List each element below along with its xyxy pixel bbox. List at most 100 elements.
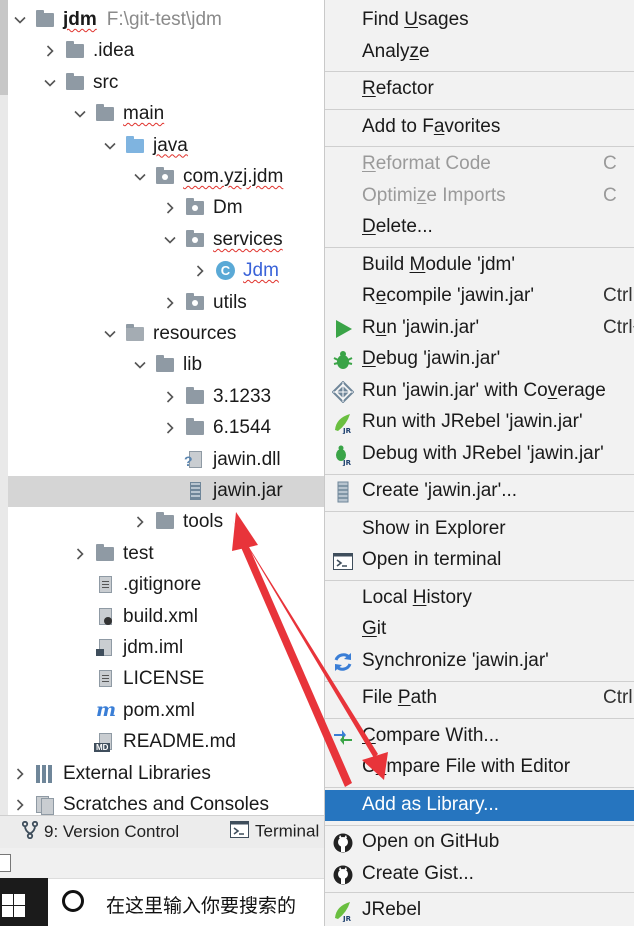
menu-item-find-usages[interactable]: Find Usages bbox=[325, 5, 634, 36]
menu-separator bbox=[325, 146, 634, 147]
menu-item-optimize-imports[interactable]: Optimize Imports C bbox=[325, 181, 634, 212]
tree-row[interactable]: jdm F:\git-test\jdm bbox=[8, 5, 324, 36]
menu-item-git[interactable]: Git bbox=[325, 614, 634, 645]
menu-item-debug-with-jrebel-jawin-jar[interactable]: JR Debug with JRebel 'jawin.jar' bbox=[325, 439, 634, 470]
chevron-down-icon[interactable] bbox=[42, 70, 58, 96]
menu-separator bbox=[325, 825, 634, 826]
tree-row[interactable]: tools bbox=[8, 507, 324, 538]
menu-item-compare-with[interactable]: Compare With... bbox=[325, 721, 634, 752]
tree-row[interactable]: LICENSE bbox=[8, 664, 324, 695]
chevron-down-icon[interactable] bbox=[162, 227, 178, 253]
tree-row[interactable]: .gitignore bbox=[8, 570, 324, 601]
compare-icon bbox=[332, 726, 354, 748]
tree-row[interactable]: Scratches and Consoles bbox=[8, 790, 324, 815]
tree-row[interactable]: Dm bbox=[8, 193, 324, 224]
tree-row[interactable]: resources bbox=[8, 319, 324, 350]
chevron-right-icon[interactable] bbox=[162, 195, 178, 221]
menu-item-synchronize-jawin-jar[interactable]: Synchronize 'jawin.jar' bbox=[325, 646, 634, 677]
tree-scrollbar-thumb[interactable] bbox=[0, 0, 8, 95]
tree-item-label: java bbox=[153, 135, 188, 157]
maven-icon: m bbox=[96, 698, 117, 721]
tree-row[interactable]: utils bbox=[8, 288, 324, 319]
chevron-right-icon[interactable] bbox=[192, 258, 208, 284]
menu-item-run-jawin-jar[interactable]: Run 'jawin.jar' Ctrl+ bbox=[325, 313, 634, 344]
unknown-file-icon: ? bbox=[184, 450, 206, 469]
menu-item-add-as-library[interactable]: Add as Library... bbox=[325, 790, 634, 821]
menu-item-open-on-github[interactable]: Open on GitHub bbox=[325, 827, 634, 858]
chevron-down-icon[interactable] bbox=[102, 133, 118, 159]
chevron-down-icon[interactable] bbox=[132, 352, 148, 378]
tree-row[interactable]: jawin.jar bbox=[8, 476, 324, 507]
tree-row[interactable]: C Jdm bbox=[8, 256, 324, 287]
windows-start-button[interactable] bbox=[0, 878, 48, 926]
menu-item-local-history[interactable]: Local History bbox=[325, 583, 634, 614]
tree-item-label: pom.xml bbox=[123, 700, 195, 722]
chevron-right-icon[interactable] bbox=[72, 541, 88, 567]
package-icon bbox=[186, 198, 206, 217]
menu-item-label: Local History bbox=[362, 587, 472, 608]
tree-row[interactable]: ? jawin.dll bbox=[8, 445, 324, 476]
tree-row[interactable]: .idea bbox=[8, 36, 324, 67]
menu-item-analyze[interactable]: Analyze bbox=[325, 37, 634, 68]
chevron-right-icon[interactable] bbox=[12, 792, 28, 815]
tree-row[interactable]: services bbox=[8, 225, 324, 256]
version-control-tool-button[interactable]: 9: Version Control bbox=[21, 820, 179, 844]
menu-item-run-with-jrebel-jawin-jar[interactable]: JR Run with JRebel 'jawin.jar' bbox=[325, 407, 634, 438]
menu-item-refactor[interactable]: Refactor bbox=[325, 74, 634, 105]
taskbar-search-box[interactable]: 在这里输入你要搜索的 bbox=[48, 878, 324, 926]
tree-item-label: Scratches and Consoles bbox=[63, 794, 269, 815]
tree-row[interactable]: java bbox=[8, 131, 324, 162]
menu-item-file-path[interactable]: File Path Ctrl bbox=[325, 683, 634, 714]
tree-row[interactable]: build.xml bbox=[8, 602, 324, 633]
menu-item-run-jawin-jar-with-coverage[interactable]: Run 'jawin.jar' with Coverage bbox=[325, 376, 634, 407]
chevron-right-icon[interactable] bbox=[42, 38, 58, 64]
menu-item-jrebel[interactable]: JR JRebel bbox=[325, 895, 634, 926]
menu-item-delete[interactable]: Delete... bbox=[325, 212, 634, 243]
mnemonic: P bbox=[397, 687, 411, 708]
chevron-down-icon[interactable] bbox=[102, 321, 118, 347]
tree-row[interactable]: 3.1233 bbox=[8, 382, 324, 413]
menu-item-create-jawin-jar[interactable]: Create 'jawin.jar'... bbox=[325, 476, 634, 507]
mnemonic: M bbox=[409, 254, 426, 275]
chevron-right-icon[interactable] bbox=[162, 290, 178, 316]
terminal-tool-button[interactable]: Terminal bbox=[230, 821, 319, 843]
panel-toggle-icon[interactable] bbox=[0, 854, 11, 872]
tree-item-label: resources bbox=[153, 323, 236, 345]
chevron-down-icon[interactable] bbox=[132, 164, 148, 190]
menu-item-label: Open on GitHub bbox=[362, 831, 500, 852]
chevron-right-icon[interactable] bbox=[132, 509, 148, 535]
menu-item-add-to-favorites[interactable]: Add to Favorites bbox=[325, 112, 634, 143]
tree-item-label: .idea bbox=[93, 40, 134, 62]
menu-item-open-in-terminal[interactable]: Open in terminal bbox=[325, 545, 634, 576]
chevron-right-icon[interactable] bbox=[162, 384, 178, 410]
chevron-down-icon[interactable] bbox=[12, 7, 28, 33]
tree-row[interactable]: m pom.xml bbox=[8, 696, 324, 727]
tree-row[interactable]: jdm.iml bbox=[8, 633, 324, 664]
menu-item-shortcut: Ctrl bbox=[603, 285, 633, 306]
menu-item-show-in-explorer[interactable]: Show in Explorer bbox=[325, 514, 634, 545]
chevron-down-icon[interactable] bbox=[72, 101, 88, 127]
chevron-right-icon[interactable] bbox=[162, 415, 178, 441]
menu-item-recompile-jawin-jar[interactable]: Recompile 'jawin.jar' Ctrl bbox=[325, 281, 634, 312]
tree-row[interactable]: External Libraries bbox=[8, 759, 324, 790]
menu-item-reformat-code[interactable]: Reformat Code C bbox=[325, 149, 634, 180]
source-folder-icon bbox=[126, 135, 146, 155]
tree-row[interactable]: src bbox=[8, 68, 324, 99]
tree-scrollbar[interactable] bbox=[0, 0, 8, 815]
tree-row[interactable]: MD README.md bbox=[8, 727, 324, 758]
github-icon bbox=[332, 832, 354, 854]
tree-row[interactable]: com.yzj.jdm bbox=[8, 162, 324, 193]
tree-row[interactable]: lib bbox=[8, 350, 324, 381]
menu-separator bbox=[325, 681, 634, 682]
menu-item-build-module-jdm[interactable]: Build Module 'jdm' bbox=[325, 250, 634, 281]
class-icon: C bbox=[216, 261, 236, 281]
menu-item-create-gist[interactable]: Create Gist... bbox=[325, 859, 634, 890]
tree-item-text: Dm bbox=[213, 197, 243, 219]
chevron-right-icon[interactable] bbox=[12, 761, 28, 787]
menu-item-debug-jawin-jar[interactable]: Debug 'jawin.jar' bbox=[325, 344, 634, 375]
menu-item-compare-file-with-editor[interactable]: Compare File with Editor bbox=[325, 752, 634, 783]
tree-row[interactable]: main bbox=[8, 99, 324, 130]
tree-row[interactable]: test bbox=[8, 539, 324, 570]
tree-item-text: src bbox=[93, 71, 119, 93]
tree-row[interactable]: 6.1544 bbox=[8, 413, 324, 444]
